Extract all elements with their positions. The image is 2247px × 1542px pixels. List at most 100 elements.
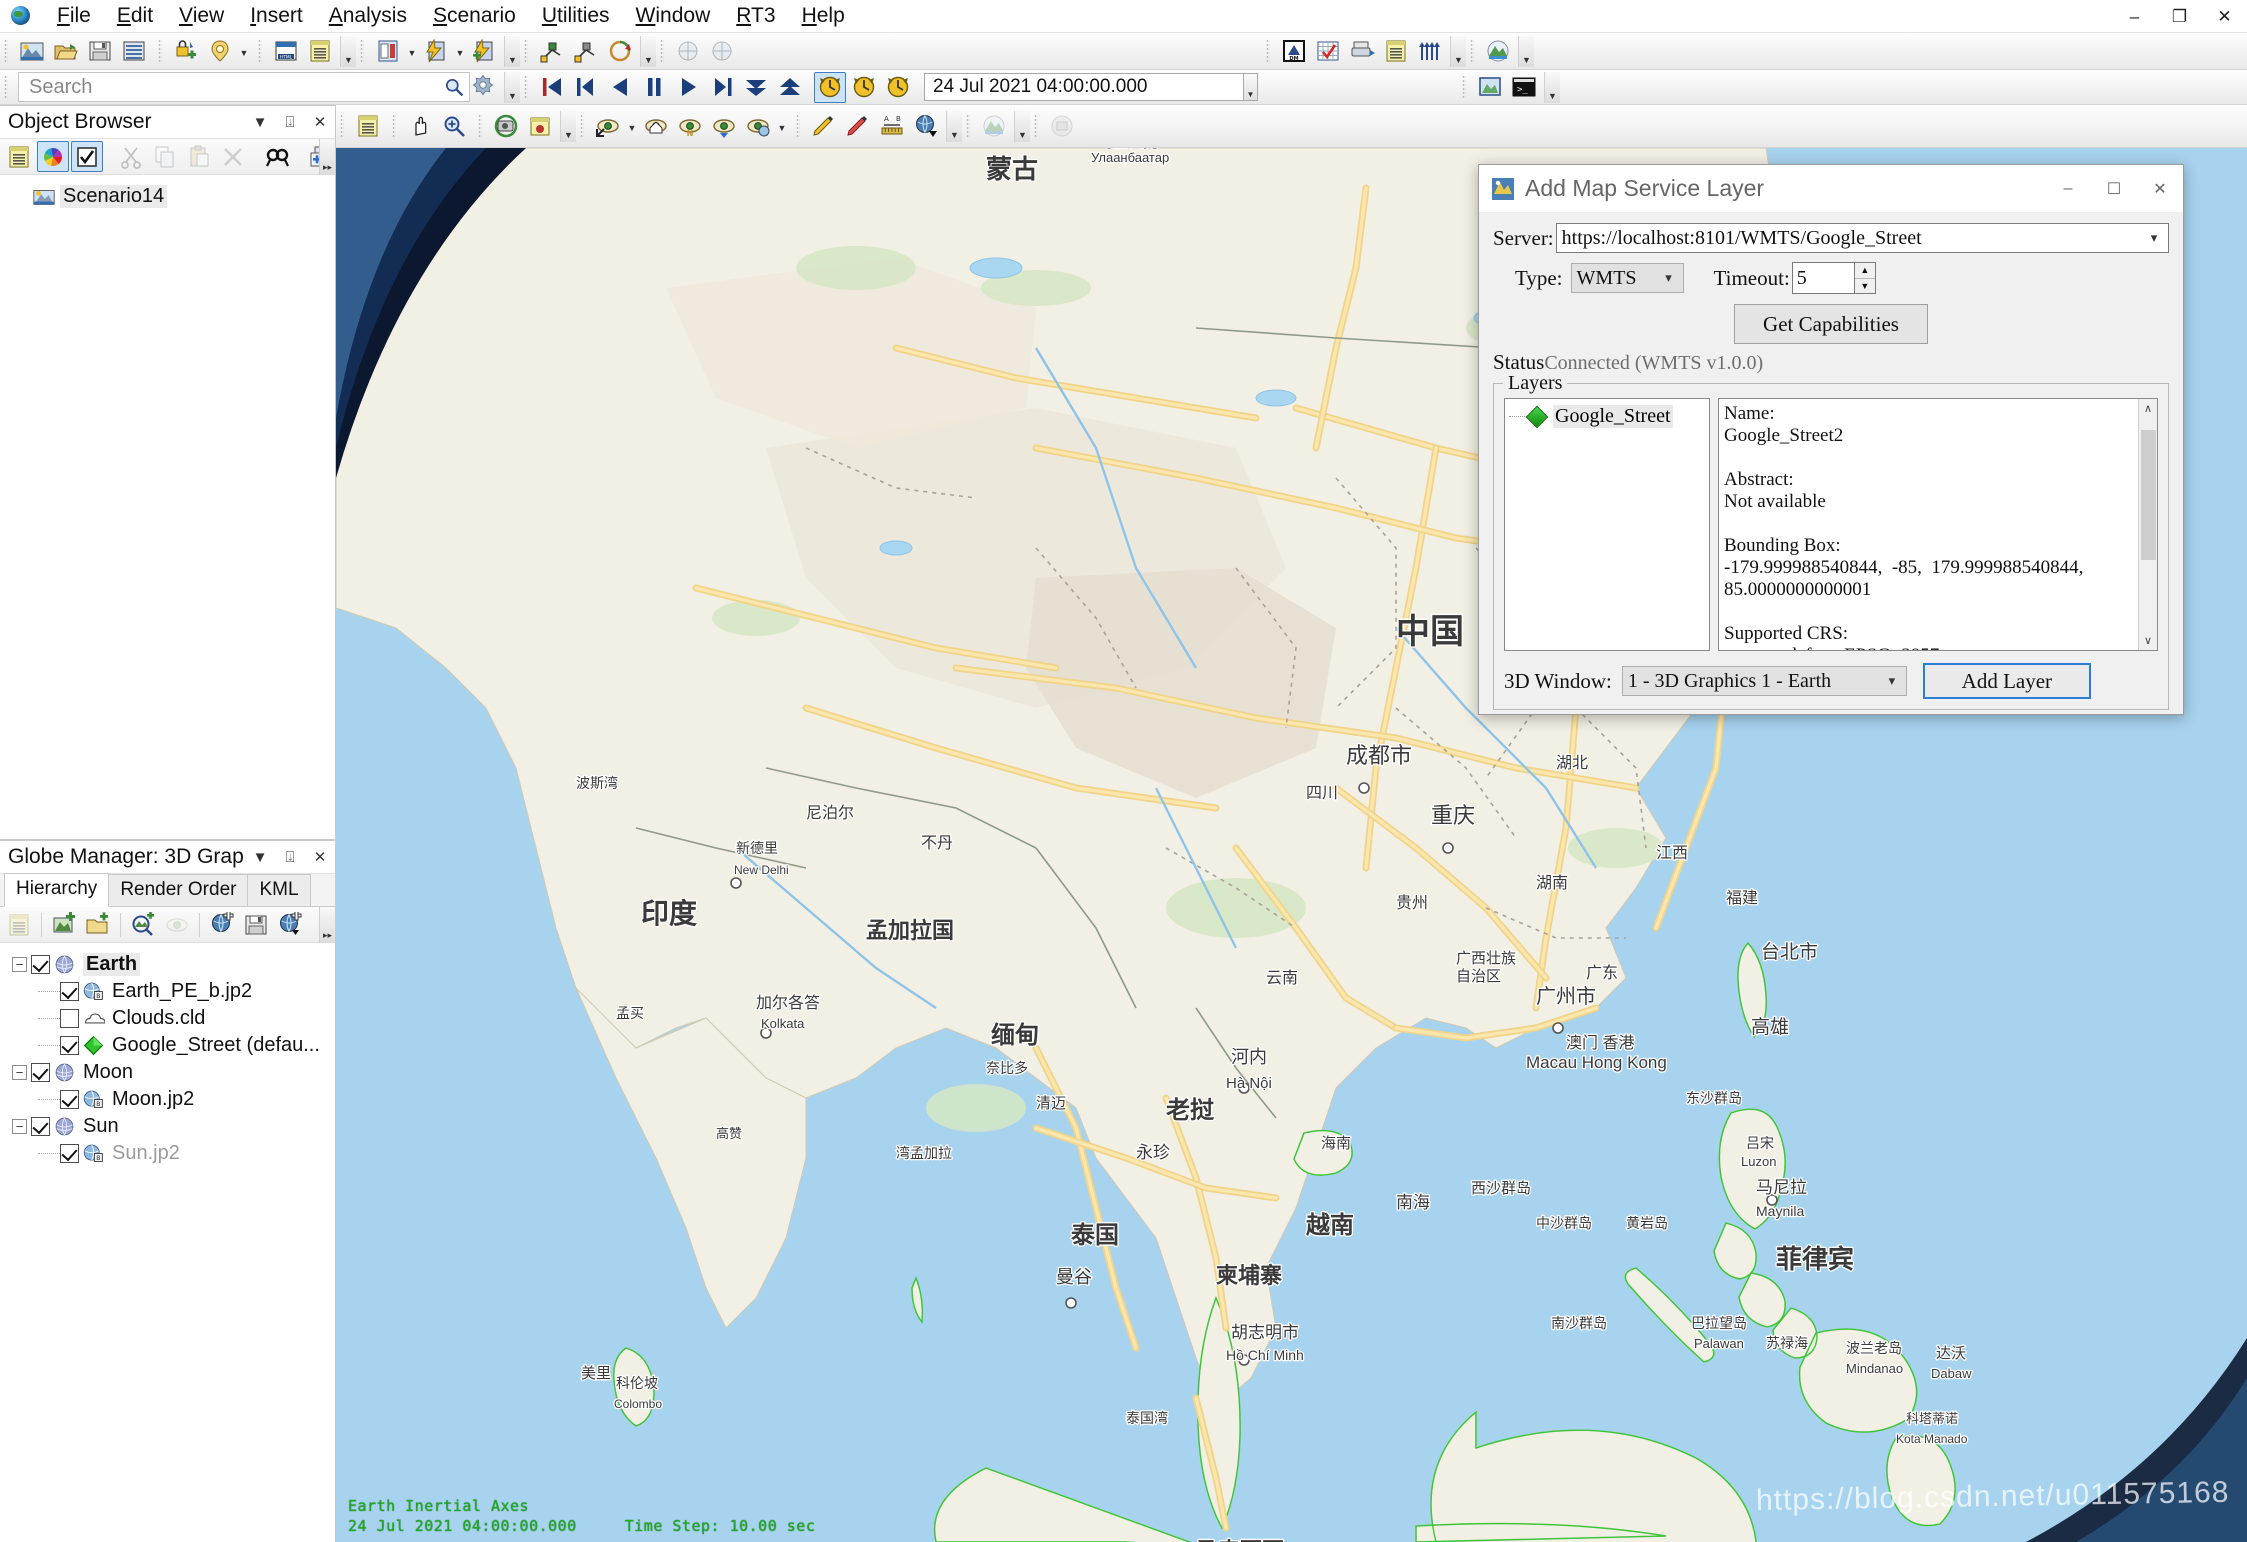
dropdown-arrow-icon[interactable]: ▼ [237,36,251,67]
snapshot-icon[interactable] [524,111,556,142]
checkbox-toggle-icon[interactable] [71,141,103,172]
get-capabilities-button[interactable]: Get Capabilities [1734,304,1928,344]
step-back-icon[interactable] [570,72,602,103]
tree-item-checkbox[interactable] [60,982,79,1001]
access-icon[interactable] [420,36,452,67]
layer-details-scrollbar[interactable]: ∧ ∨ [2138,399,2157,650]
slower-icon[interactable] [740,72,772,103]
globe-manager-tree-item[interactable]: B Earth_PE_b.jp2 [0,978,335,1005]
advanced-access-icon[interactable] [468,36,500,67]
scroll-up-icon[interactable]: ∧ [2139,399,2158,418]
report-icon[interactable] [304,36,336,67]
tree-item-checkbox[interactable] [60,1036,79,1055]
find-icon[interactable] [261,141,293,172]
properties-icon[interactable] [3,141,35,172]
properties-icon[interactable] [352,111,384,142]
globe-manager-tree-item[interactable]: Google_Street (defau... [0,1032,335,1059]
add-secure-object-icon[interactable] [170,36,202,67]
tree-expander-icon[interactable]: − [12,1119,27,1134]
add-terrain-icon[interactable] [127,909,159,940]
play-icon[interactable] [672,72,704,103]
dropdown-arrow-icon[interactable]: ▼ [405,36,419,67]
gear-icon[interactable] [470,72,504,103]
object-browser-menu-button[interactable]: ▼ [245,107,275,137]
view-earth-icon[interactable] [742,111,774,142]
console-icon[interactable]: >_ [1508,72,1540,103]
open-scenario-icon[interactable] [50,36,82,67]
server-combobox[interactable]: https://localhost:8101/WMTS/Google_Stree… [1555,223,2169,253]
toolbar-grip[interactable] [4,39,8,63]
toolbar-grip[interactable] [524,75,528,99]
new-scenario-icon[interactable] [16,36,48,67]
globe-manager-tab-render-order[interactable]: Render Order [108,874,249,906]
toolbar-grip[interactable] [340,114,344,138]
window-close-button[interactable]: ✕ [2202,0,2247,33]
step-forward-icon[interactable] [706,72,738,103]
search-input[interactable]: Search [19,76,439,99]
set-time-icon[interactable] [882,72,914,103]
chain-icon[interactable] [536,36,568,67]
toolbar-grip[interactable] [4,75,8,99]
tree-item-checkbox[interactable] [60,1144,79,1163]
antenna-icon[interactable] [1414,36,1446,67]
tree-item-checkbox[interactable] [31,1117,50,1136]
toolbar-grip[interactable] [258,39,262,63]
toolbar-overflow-button[interactable]: ▼ [340,35,356,67]
home-view-icon[interactable] [640,111,672,142]
play-back-icon[interactable] [604,72,636,103]
tree-item-checkbox[interactable] [31,1063,50,1082]
globe-manager-tree-item[interactable]: − Sun [0,1113,335,1140]
menu-item-utilities[interactable]: Utilities [529,0,623,32]
layer-list-item[interactable]: Google_Street [1509,405,1705,428]
printer-icon[interactable] [1346,36,1378,67]
menu-item-scenario[interactable]: Scenario [420,0,529,32]
analysis-workbench-icon[interactable] [372,36,404,67]
toolbar-grip[interactable] [1470,39,1474,63]
toolbar-overflow-button[interactable]: ▼ [946,110,962,142]
dialog-title-bar[interactable]: Add Map Service Layer – ☐ ✕ [1479,165,2183,213]
toolbar-grip[interactable] [524,39,528,63]
xrealtime-clock-icon[interactable] [848,72,880,103]
toolbar-overflow-button[interactable]: ▼ [1544,71,1560,103]
globe-manager-tree-item[interactable]: Clouds.cld [0,1005,335,1032]
object-browser-close-button[interactable]: ✕ [305,107,335,137]
toolbar-grip[interactable] [796,114,800,138]
dm-icon[interactable]: DM [1278,36,1310,67]
toolbar-grip[interactable] [392,114,396,138]
add-globe-icon[interactable] [206,909,238,940]
tree-expander-icon[interactable]: − [12,957,27,972]
menu-item-help[interactable]: Help [789,0,858,32]
time-field-dropdown[interactable]: ▼ [1244,73,1258,101]
menu-item-rt3[interactable]: RT3 [723,0,788,32]
dialog-close-button[interactable]: ✕ [2137,165,2183,213]
toolbar-grip[interactable] [478,114,482,138]
deck-access-icon[interactable] [604,36,636,67]
menu-item-file[interactable]: File [44,0,104,32]
toolbar-grip[interactable] [1462,75,1466,99]
scrollbar-thumb[interactable] [2140,430,2156,560]
toolbar-overflow-button[interactable]: ▸▸ [319,139,335,175]
map-window-icon[interactable] [1474,72,1506,103]
reset-icon[interactable] [536,72,568,103]
north-view-icon[interactable]: N [674,111,706,142]
add-layer-button[interactable]: Add Layer [1922,663,2091,699]
object-browser-pin-button[interactable]: ⍗ [275,107,305,137]
pan-hand-icon[interactable] [404,111,436,142]
globe-manager-tree-item[interactable]: − Moon [0,1059,335,1086]
window-restore-button[interactable]: ❐ [2157,0,2202,33]
dropdown-arrow-icon[interactable]: ▼ [775,111,789,142]
realtime-clock-icon[interactable] [814,71,846,103]
pause-icon[interactable] [638,72,670,103]
toolbar-grip[interactable] [660,39,664,63]
toolbar-overflow-button[interactable]: ▼ [504,71,520,103]
terrain-icon[interactable] [1482,36,1514,67]
save-icon[interactable] [84,36,116,67]
camera-record-icon[interactable] [490,111,522,142]
current-time-field[interactable]: 24 Jul 2021 04:00:00.000 [924,73,1244,101]
timeout-spinner[interactable]: 5 ▲ ▼ [1791,262,1876,294]
toolbar-overflow-button[interactable]: ▼ [560,110,576,142]
dropdown-arrow-icon[interactable]: ▼ [625,111,639,142]
spin-down-icon[interactable]: ▼ [1855,279,1875,294]
toolbar-overflow-button[interactable]: ▼ [504,35,520,67]
timeout-input[interactable]: 5 [1791,262,1854,294]
